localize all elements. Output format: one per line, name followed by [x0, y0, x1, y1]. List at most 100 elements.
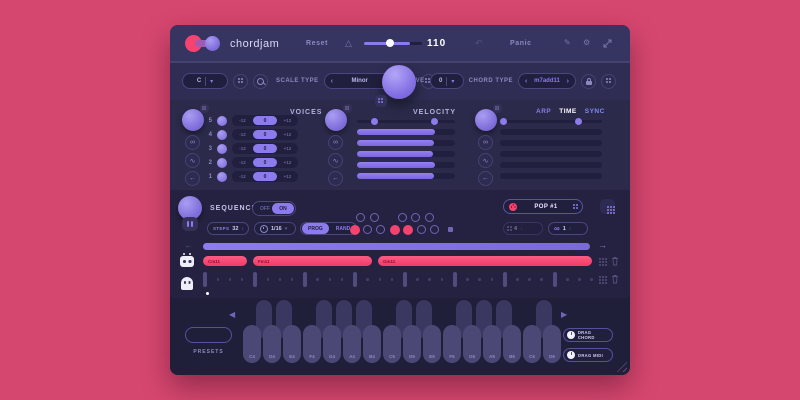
pattern-grid-button[interactable]: [600, 199, 615, 214]
voices-wave-button[interactable]: ∿: [185, 153, 200, 168]
note-circle-e[interactable]: [376, 225, 385, 234]
arp-reset-button[interactable]: ←: [478, 171, 493, 186]
voice-transpose[interactable]: -12 0 +12: [232, 171, 298, 182]
range-handle[interactable]: [500, 118, 507, 125]
tab-time[interactable]: TIME: [559, 108, 577, 115]
preset-selector[interactable]: POP #1: [503, 199, 583, 214]
drag-midi-button[interactable]: DRAG MIDI: [563, 348, 613, 362]
steps-stepper[interactable]: STEPS 32 ↕: [207, 222, 249, 235]
arp-link-button[interactable]: ∞: [478, 135, 493, 150]
velocity-link-button[interactable]: ∞: [328, 135, 343, 150]
arp-bar[interactable]: [500, 151, 602, 157]
metronome-icon[interactable]: △: [345, 38, 352, 49]
arp-dice-badge[interactable]: [493, 104, 502, 113]
sequencer-pause-button[interactable]: [182, 217, 198, 231]
velocity-dice-badge[interactable]: [343, 104, 352, 113]
step-bar[interactable]: [503, 272, 507, 287]
chevron-right-icon[interactable]: ›: [567, 78, 569, 85]
drag-chord-button[interactable]: DRAG CHORD: [563, 328, 613, 342]
arp-bar[interactable]: [500, 140, 602, 146]
step-bar[interactable]: [553, 272, 557, 287]
sphere-dice-badge[interactable]: [375, 95, 387, 107]
step-lane[interactable]: [203, 272, 593, 288]
transpose-value[interactable]: 0: [253, 172, 277, 181]
velocity-reset-button[interactable]: ←: [328, 171, 343, 186]
step-bar[interactable]: [303, 272, 307, 287]
root-dice-button[interactable]: [233, 74, 248, 89]
note-circle-f-selected[interactable]: [390, 225, 400, 235]
chord-block[interactable]: Fm11: [253, 256, 372, 266]
voices-knob[interactable]: [182, 109, 204, 131]
white-key[interactable]: E5: [423, 325, 441, 363]
note-square-toggle[interactable]: [448, 227, 453, 232]
voice-transpose[interactable]: -12 0 +12: [232, 129, 298, 140]
voice-toggle[interactable]: [217, 172, 227, 182]
sequencer-on-off-toggle[interactable]: OFF ON: [252, 201, 296, 216]
white-key[interactable]: D6: [543, 325, 561, 363]
note-circle-c-selected[interactable]: [350, 225, 360, 235]
resize-grip[interactable]: [614, 359, 627, 372]
note-circle-d[interactable]: [363, 225, 372, 234]
white-key[interactable]: D4: [263, 325, 281, 363]
velocity-wave-button[interactable]: ∿: [328, 153, 343, 168]
tab-arp[interactable]: ARP: [536, 108, 551, 115]
white-key[interactable]: G5: [463, 325, 481, 363]
step-bar[interactable]: [453, 272, 457, 287]
panic-button[interactable]: Panic: [510, 40, 532, 47]
step-bar[interactable]: [403, 272, 407, 287]
arp-bar[interactable]: [500, 129, 602, 135]
white-key[interactable]: A5: [483, 325, 501, 363]
voice-toggle[interactable]: [217, 158, 227, 168]
note-circle-g-selected[interactable]: [403, 225, 413, 235]
octave-select[interactable]: 0 ▾: [430, 73, 464, 89]
root-note-select[interactable]: C ▾: [182, 73, 228, 89]
white-key[interactable]: B4: [363, 325, 381, 363]
arp-range-slider[interactable]: [500, 120, 602, 123]
toggle-on-label[interactable]: ON: [272, 203, 294, 214]
voice-toggle[interactable]: [217, 144, 227, 154]
trash-icon[interactable]: [611, 256, 619, 266]
arp-wave-button[interactable]: ∿: [478, 153, 493, 168]
voice-toggle[interactable]: [217, 130, 227, 140]
voice-transpose[interactable]: -12 0 +12: [232, 115, 298, 126]
voice-transpose[interactable]: -12 0 +12: [232, 157, 298, 168]
ghost-icon[interactable]: [181, 277, 193, 290]
white-key[interactable]: C5: [383, 325, 401, 363]
note-circle-asharp[interactable]: [425, 213, 434, 222]
voice-transpose[interactable]: -12 0 +12: [232, 143, 298, 154]
chord-type-stepper[interactable]: ‹ m7add11 ›: [518, 73, 576, 89]
transpose-value[interactable]: 0: [253, 144, 277, 153]
undo-icon[interactable]: ↶: [475, 38, 483, 49]
white-key[interactable]: A4: [343, 325, 361, 363]
white-key[interactable]: F5: [443, 325, 461, 363]
chevron-left-icon[interactable]: ‹: [525, 78, 527, 85]
voice-toggle[interactable]: [217, 116, 227, 126]
white-key[interactable]: G4: [323, 325, 341, 363]
velocity-knob[interactable]: [325, 109, 347, 131]
chord-grid-icon[interactable]: [599, 258, 601, 260]
white-key[interactable]: D5: [403, 325, 421, 363]
pitch-sphere[interactable]: [382, 65, 416, 99]
voices-link-button[interactable]: ∞: [185, 135, 200, 150]
gear-icon[interactable]: ⚙: [583, 38, 590, 47]
arp-bar[interactable]: [500, 162, 602, 168]
chord-block[interactable]: Gm11: [378, 256, 592, 266]
chevron-left-icon[interactable]: ‹: [331, 78, 333, 85]
range-handle[interactable]: [431, 118, 438, 125]
octave-up-button[interactable]: ▶: [561, 310, 567, 319]
velocity-bar[interactable]: [357, 151, 455, 157]
voices-reset-button[interactable]: ←: [185, 171, 200, 186]
pencil-icon[interactable]: ✎: [564, 38, 571, 47]
note-circle-csharp[interactable]: [356, 213, 365, 222]
note-circle-b[interactable]: [430, 225, 439, 234]
timeline-forward-button[interactable]: →: [598, 241, 607, 250]
white-key[interactable]: B5: [503, 325, 521, 363]
note-circle-dsharp[interactable]: [370, 213, 379, 222]
arp-bar[interactable]: [500, 173, 602, 179]
chord-dice-button[interactable]: [601, 74, 616, 89]
length-stepper[interactable]: 4 ↕: [503, 222, 543, 235]
step-bar[interactable]: [353, 272, 357, 287]
toggle-off-label[interactable]: OFF: [260, 206, 270, 212]
white-key[interactable]: C6: [523, 325, 541, 363]
robot-icon[interactable]: [180, 256, 194, 267]
